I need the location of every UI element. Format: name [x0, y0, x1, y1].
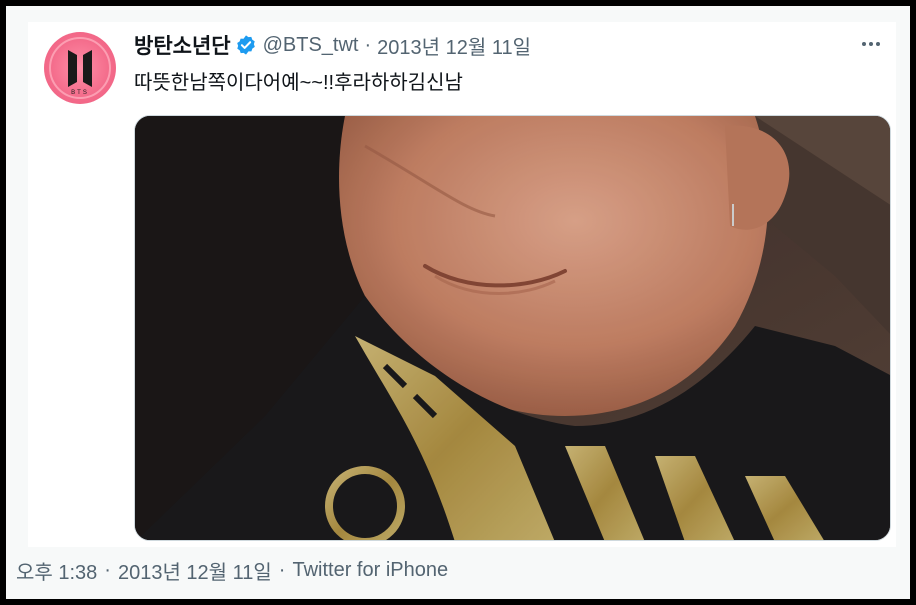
screenshot-frame: BTS 방탄소년단 @BTS_twt · 2013년 12월 11일 따뜻한남쪽…	[0, 0, 916, 605]
tweet-footer: 오후 1:38 · 2013년 12월 11일 · Twitter for iP…	[16, 556, 448, 585]
handle[interactable]: @BTS_twt	[263, 34, 359, 57]
display-name[interactable]: 방탄소년단	[134, 30, 231, 60]
footer-source[interactable]: Twitter for iPhone	[292, 559, 448, 582]
more-dot	[862, 42, 866, 46]
avatar-logo-text: BTS	[71, 90, 89, 96]
bts-logo-icon: BTS	[49, 37, 111, 99]
photo-illustration	[135, 116, 890, 540]
tweet-date[interactable]: 2013년 12월 11일	[377, 31, 531, 60]
tweet-header: 방탄소년단 @BTS_twt · 2013년 12월 11일	[134, 30, 531, 60]
tweet-text: 따뜻한남쪽이다어예~~!!후라하하김신남	[134, 72, 463, 94]
more-dot	[876, 42, 880, 46]
tweet-photo[interactable]	[134, 115, 891, 541]
more-dot	[869, 42, 873, 46]
footer-separator: ·	[104, 559, 111, 581]
verified-badge-icon	[236, 35, 255, 55]
footer-date[interactable]: 2013년 12월 11일	[118, 556, 272, 585]
more-dots-icon[interactable]	[856, 32, 886, 56]
avatar[interactable]: BTS	[44, 32, 116, 104]
footer-time[interactable]: 오후 1:38	[16, 556, 97, 585]
footer-separator: ·	[278, 559, 286, 581]
tweet-card: BTS 방탄소년단 @BTS_twt · 2013년 12월 11일 따뜻한남쪽…	[28, 22, 896, 547]
header-separator: ·	[364, 33, 372, 56]
